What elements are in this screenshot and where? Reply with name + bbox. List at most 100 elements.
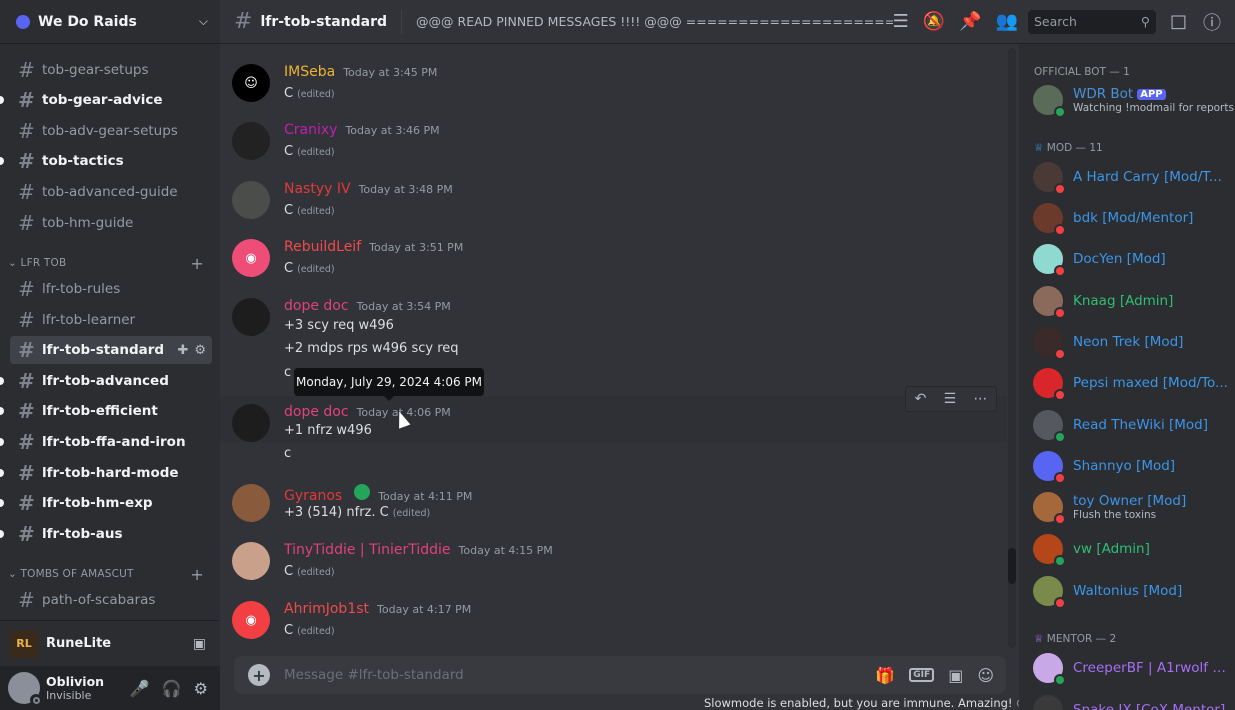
- gif-icon[interactable]: GIF: [909, 668, 935, 682]
- avatar[interactable]: [232, 484, 270, 522]
- timestamp[interactable]: Today at 4:15 PM: [459, 544, 553, 557]
- timestamp[interactable]: Today at 4:17 PM: [377, 603, 471, 616]
- gear-icon[interactable]: ⚙: [194, 343, 206, 358]
- channel-path-of-scabaras[interactable]: # path-of-scabaras: [10, 586, 212, 614]
- category-lfr-tob[interactable]: ⌄ LFR TOB +: [8, 254, 208, 273]
- timestamp[interactable]: Today at 3:51 PM: [369, 241, 463, 254]
- message[interactable]: ◉ AhrimJob1st Today at 4:17 PM C (edited): [220, 597, 1007, 647]
- author-name[interactable]: RebuildLeif: [284, 239, 361, 255]
- timestamp[interactable]: Today at 3:48 PM: [359, 183, 453, 196]
- member-item[interactable]: toy Owner [Mod] Flush the toxins: [1033, 487, 1229, 527]
- search-input[interactable]: Search ⚲: [1027, 9, 1156, 34]
- avatar[interactable]: [232, 542, 270, 580]
- channel-tob-adv-gear-setups[interactable]: # tob-adv-gear-setups: [10, 117, 212, 145]
- channel-lfr-tob-hard-mode[interactable]: # lfr-tob-hard-mode: [0, 459, 212, 487]
- channel-lfr-tob-standard[interactable]: # lfr-tob-standard ✚ ⚙: [10, 336, 212, 364]
- channel-lfr-tob-rules[interactable]: # lfr-tob-rules: [10, 275, 212, 303]
- channel-tob-advanced-guide[interactable]: # tob-advanced-guide: [10, 178, 212, 206]
- scrollbar[interactable]: [1008, 48, 1016, 648]
- create-channel-icon[interactable]: +: [190, 565, 204, 584]
- scrollbar-thumb[interactable]: [1008, 548, 1016, 584]
- author-name[interactable]: TinyTiddie | TinierTiddie: [284, 542, 451, 558]
- channel-tob-gear-setups[interactable]: # tob-gear-setups: [10, 56, 212, 84]
- category-tombs-of-amascut[interactable]: ⌄ TOMBS OF AMASCUT +: [8, 565, 208, 584]
- server-header[interactable]: We Do Raids ⌵: [0, 0, 220, 44]
- members-icon[interactable]: 👥: [996, 11, 1018, 32]
- author-name[interactable]: AhrimJob1st: [284, 601, 369, 617]
- channel-tob-tactics[interactable]: # tob-tactics: [0, 147, 212, 175]
- chevron-down-icon[interactable]: ⌵: [199, 14, 208, 29]
- message[interactable]: ◉ RebuildLeif Today at 3:51 PM C (edited): [220, 235, 1007, 285]
- member-item[interactable]: CreeperBF | A1rwolf [...: [1033, 648, 1229, 688]
- author-name[interactable]: Cranixy: [284, 122, 337, 138]
- gear-icon[interactable]: ⚙: [194, 679, 208, 698]
- member-item[interactable]: DocYen [Mod]: [1033, 239, 1229, 279]
- member-item[interactable]: Pepsi maxed [Mod/To...: [1033, 363, 1229, 403]
- microphone-icon[interactable]: 🎤: [130, 679, 150, 698]
- member-item[interactable]: WDR Bot APP Watching !modmail for reports: [1033, 80, 1234, 120]
- channel-lfr-tob-efficient[interactable]: # lfr-tob-efficient: [0, 397, 212, 425]
- upload-plus-icon[interactable]: +: [248, 664, 270, 686]
- discord-avatar-icon[interactable]: ◉: [232, 601, 270, 639]
- more-icon[interactable]: ⋯: [973, 391, 987, 407]
- member-item[interactable]: Waltonius [Mod]: [1033, 571, 1229, 611]
- message-continuation[interactable]: c: [220, 442, 1007, 466]
- timestamp[interactable]: Today at 3:46 PM: [345, 124, 439, 137]
- author-name[interactable]: Gyranos: [284, 488, 342, 504]
- member-item[interactable]: Read TheWiki [Mod]: [1033, 405, 1229, 445]
- channel-lfr-tob-aus[interactable]: # lfr-tob-aus: [0, 520, 212, 548]
- channel-lfr-tob-advanced[interactable]: # lfr-tob-advanced: [0, 367, 212, 395]
- member-item[interactable]: Knaag [Admin]: [1033, 281, 1229, 321]
- screen-share-icon[interactable]: ▣: [193, 636, 206, 652]
- member-item[interactable]: A Hard Carry [Mod/T...: [1033, 157, 1229, 197]
- pin-icon[interactable]: 📌: [959, 11, 981, 32]
- author-name[interactable]: dope doc: [284, 298, 349, 314]
- reply-icon[interactable]: ↶: [915, 391, 927, 407]
- avatar[interactable]: ☺: [232, 64, 270, 102]
- channel-lfr-tob-ffa-and-iron[interactable]: # lfr-tob-ffa-and-iron: [0, 428, 212, 456]
- author-name[interactable]: IMSeba: [284, 64, 335, 80]
- message[interactable]: ☺ IMSeba Today at 3:45 PM C (edited): [220, 60, 1007, 110]
- timestamp[interactable]: Today at 3:54 PM: [357, 300, 451, 313]
- avatar[interactable]: [232, 181, 270, 219]
- activity-panel[interactable]: RL RuneLite ▣: [0, 620, 220, 666]
- author-name[interactable]: Nastyy IV: [284, 181, 351, 197]
- avatar[interactable]: [232, 122, 270, 160]
- member-item[interactable]: Shannyo [Mod]: [1033, 446, 1229, 486]
- avatar[interactable]: [232, 298, 270, 336]
- message-hovered[interactable]: dope doc Today at 4:06 PM +1 nfrz w496: [220, 396, 1007, 442]
- avatar[interactable]: [232, 404, 270, 442]
- message-composer[interactable]: + Message #lfr-tob-standard 🎁 GIF ▣ ☺: [234, 656, 1006, 694]
- help-icon[interactable]: ⓘ: [1203, 9, 1221, 35]
- emoji-icon[interactable]: ☺: [977, 666, 994, 685]
- timestamp[interactable]: Today at 4:11 PM: [378, 490, 472, 503]
- create-thread-icon[interactable]: ☰: [944, 391, 957, 407]
- member-item[interactable]: Snake IX [CoX Mentor]: [1033, 690, 1229, 710]
- channel-lfr-tob-hm-exp[interactable]: # lfr-tob-hm-exp: [0, 489, 212, 517]
- author-name[interactable]: dope doc: [284, 404, 349, 420]
- headphones-icon[interactable]: 🎧: [162, 679, 182, 698]
- message-text: c: [284, 446, 292, 461]
- sticker-icon[interactable]: ▣: [948, 666, 963, 685]
- message[interactable]: Cranixy Today at 3:46 PM C (edited): [220, 118, 1007, 168]
- create-channel-icon[interactable]: +: [190, 254, 204, 273]
- message[interactable]: Nastyy IV Today at 3:48 PM C (edited): [220, 177, 1007, 227]
- threads-icon[interactable]: ☰: [893, 11, 909, 32]
- inbox-icon[interactable]: □: [1170, 11, 1187, 32]
- gift-icon[interactable]: 🎁: [875, 666, 895, 685]
- channel-tob-hm-guide[interactable]: # tob-hm-guide: [10, 209, 212, 237]
- message-input[interactable]: Message #lfr-tob-standard: [284, 667, 875, 683]
- member-item[interactable]: Neon Trek [Mod]: [1033, 322, 1229, 362]
- channel-topic[interactable]: @@@ READ PINNED MESSAGES !!!! @@@ ======…: [416, 14, 893, 29]
- message[interactable]: Gyranos Today at 4:11 PM +3 (514) nfrz. …: [220, 480, 1007, 530]
- create-invite-icon[interactable]: ✚: [177, 343, 188, 358]
- discord-avatar-icon[interactable]: ◉: [232, 239, 270, 277]
- channel-lfr-tob-learner[interactable]: # lfr-tob-learner: [10, 306, 212, 334]
- message[interactable]: TinyTiddie | TinierTiddie Today at 4:15 …: [220, 538, 1007, 588]
- channel-tob-gear-advice[interactable]: # tob-gear-advice: [0, 86, 212, 114]
- member-item[interactable]: vw [Admin]: [1033, 529, 1229, 569]
- timestamp[interactable]: Today at 3:45 PM: [343, 66, 437, 79]
- member-item[interactable]: bdk [Mod/Mentor]: [1033, 198, 1229, 238]
- avatar[interactable]: [8, 672, 42, 706]
- mute-bell-icon[interactable]: 🔕: [923, 11, 945, 32]
